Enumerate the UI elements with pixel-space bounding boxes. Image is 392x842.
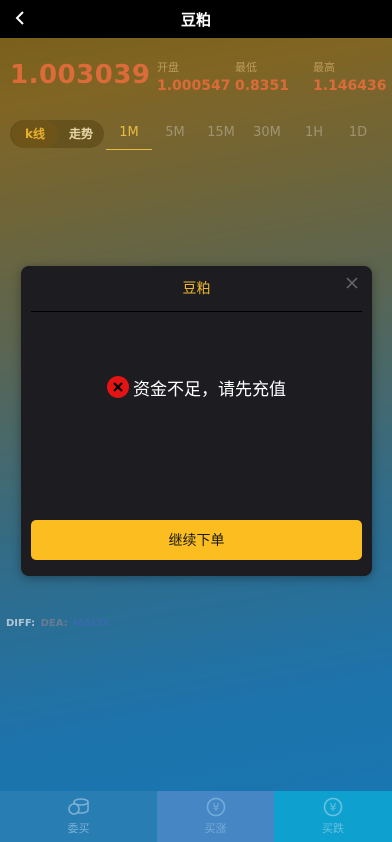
back-button[interactable] bbox=[8, 6, 32, 30]
chevron-left-icon bbox=[15, 11, 24, 25]
dialog-message: 资金不足，请先充值 bbox=[133, 379, 286, 400]
top-bar: 豆粕 bbox=[0, 0, 392, 38]
close-button[interactable] bbox=[340, 271, 364, 295]
insufficient-funds-dialog: 豆粕 资金不足，请先充值 继续下单 bbox=[21, 266, 372, 576]
continue-order-button[interactable]: 继续下单 bbox=[31, 520, 362, 560]
close-icon bbox=[346, 277, 358, 289]
error-x-icon bbox=[107, 376, 129, 398]
page-title: 豆粕 bbox=[180, 10, 211, 29]
dialog-divider bbox=[31, 311, 362, 312]
dialog-title: 豆粕 bbox=[182, 281, 211, 297]
dialog-message-row: 资金不足，请先充值 bbox=[21, 374, 372, 400]
